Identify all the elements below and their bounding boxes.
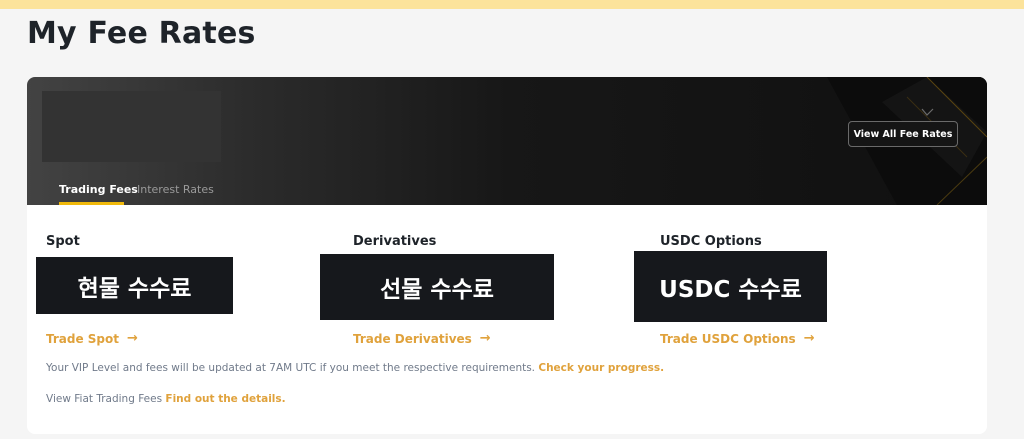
trade-derivatives-link[interactable]: Trade Derivatives → — [353, 331, 491, 346]
arrow-right-icon: → — [479, 331, 491, 346]
fiat-fees-note: View Fiat Trading Fees Find out the deta… — [46, 393, 286, 405]
view-all-fee-rates-button[interactable]: View All Fee Rates — [848, 121, 958, 147]
fiat-details-link[interactable]: Find out the details. — [165, 393, 285, 405]
spot-fee-redaction: 현물 수수료 — [36, 257, 233, 314]
tab-trading-fees[interactable]: Trading Fees — [59, 183, 138, 196]
tab-interest-rates[interactable]: Interest Rates — [137, 183, 214, 196]
fee-rates-card: View All Fee Rates Trading Fees Interest… — [27, 77, 987, 434]
trade-spot-label: Trade Spot — [46, 331, 120, 346]
check-progress-link[interactable]: Check your progress. — [538, 362, 664, 374]
page-title: My Fee Rates — [27, 16, 256, 51]
usdc-fee-redaction: USDC 수수료 — [634, 251, 827, 322]
trade-usdc-options-link[interactable]: Trade USDC Options → — [660, 331, 815, 346]
derivatives-fee-redaction: 선물 수수료 — [320, 254, 554, 320]
usdc-options-title: USDC Options — [660, 234, 762, 249]
trade-spot-link[interactable]: Trade Spot → — [46, 331, 138, 346]
vip-update-note: Your VIP Level and fees will be updated … — [46, 362, 664, 374]
arrow-right-icon: → — [803, 331, 815, 346]
derivatives-title: Derivatives — [353, 234, 437, 249]
account-info-placeholder — [42, 91, 221, 162]
fiat-fees-text: View Fiat Trading Fees — [46, 393, 163, 405]
vip-update-text: Your VIP Level and fees will be updated … — [46, 362, 536, 374]
fee-banner: View All Fee Rates Trading Fees Interest… — [27, 77, 987, 205]
spot-title: Spot — [46, 234, 80, 249]
arrow-right-icon: → — [127, 331, 138, 346]
top-notice-strip — [0, 0, 1024, 9]
trade-derivatives-label: Trade Derivatives — [353, 331, 472, 346]
trade-usdc-options-label: Trade USDC Options — [660, 331, 796, 346]
active-tab-indicator — [59, 202, 124, 205]
